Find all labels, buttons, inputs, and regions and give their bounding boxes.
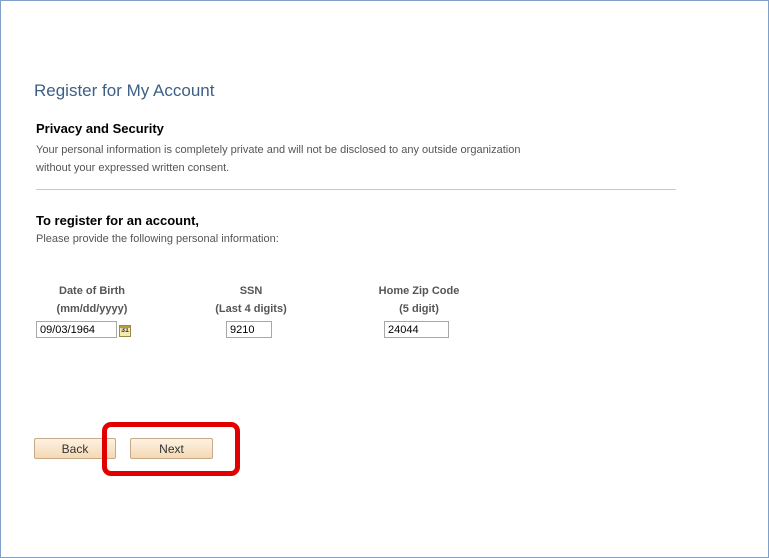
ssn-label-hint: (Last 4 digits)	[215, 303, 287, 315]
dob-input[interactable]	[36, 321, 117, 338]
page-title: Register for My Account	[34, 81, 215, 100]
divider	[36, 189, 676, 190]
privacy-line-1: Your personal information is completely …	[36, 144, 521, 156]
next-highlight-box	[102, 422, 240, 476]
privacy-heading: Privacy and Security	[36, 121, 164, 136]
register-heading: To register for an account,	[36, 213, 200, 228]
dob-label-title: Date of Birth	[59, 285, 125, 297]
ssn-label-title: SSN	[239, 285, 263, 297]
zip-label-title: Home Zip Code	[378, 285, 460, 297]
page-frame: Register for My Account Privacy and Secu…	[0, 0, 769, 558]
calendar-icon[interactable]: 31	[119, 325, 131, 337]
privacy-text: Your personal information is completely …	[36, 141, 656, 177]
zip-input[interactable]	[384, 321, 449, 338]
zip-label: Home Zip Code (5 digit)	[359, 282, 479, 318]
dob-label-format: (mm/dd/yyyy)	[56, 303, 128, 315]
privacy-line-2: without your expressed written consent.	[36, 162, 230, 174]
register-instructions: Please provide the following personal in…	[36, 233, 279, 245]
ssn-input[interactable]	[226, 321, 272, 338]
zip-label-hint: (5 digit)	[399, 303, 439, 315]
dob-label: Date of Birth (mm/dd/yyyy)	[37, 282, 147, 318]
ssn-label: SSN (Last 4 digits)	[196, 282, 306, 318]
